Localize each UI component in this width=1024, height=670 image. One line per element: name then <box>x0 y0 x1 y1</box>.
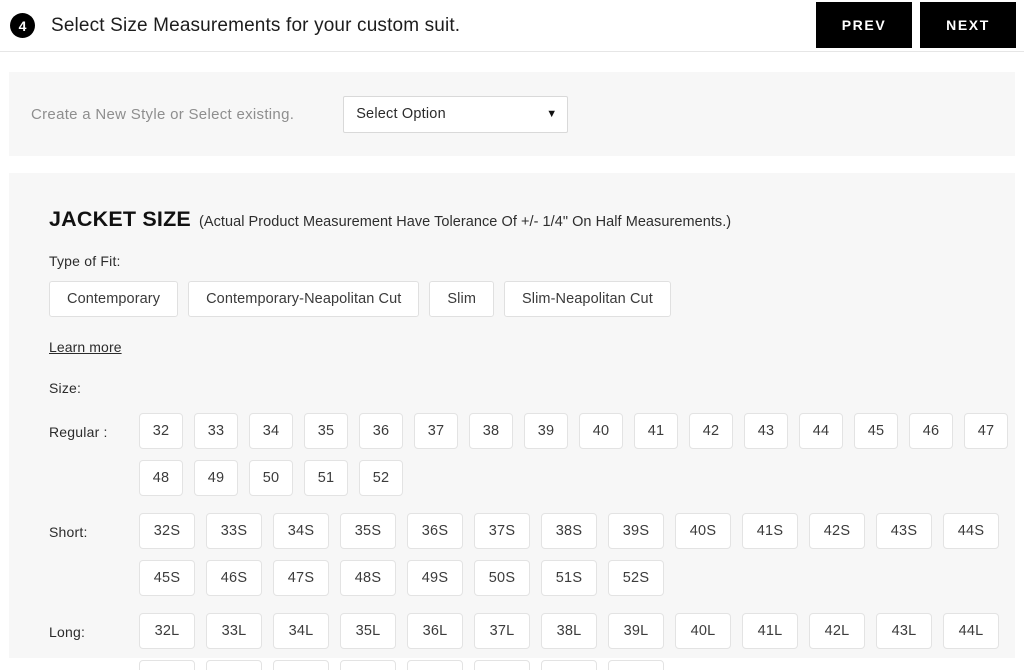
size-chip-button[interactable]: 37S <box>474 513 530 549</box>
size-chip-button[interactable]: 46L <box>206 660 262 670</box>
size-chip-button[interactable]: 39L <box>608 613 664 649</box>
size-chip-button[interactable]: 43S <box>876 513 932 549</box>
learn-more-link[interactable]: Learn more <box>49 339 122 355</box>
size-chip-button[interactable]: 36S <box>407 513 463 549</box>
size-label: Size: <box>49 380 82 396</box>
size-chip-button[interactable]: 35L <box>340 613 396 649</box>
size-chip-button[interactable]: 38L <box>541 613 597 649</box>
size-chip-list: 32S 33S 34S 35S 36S 37S 38S 39S 40S 41S 42S 43S 44S 4… <box>139 513 1015 596</box>
prev-button[interactable]: PREV <box>816 2 912 48</box>
size-chip-button[interactable]: 33S <box>206 513 262 549</box>
style-selection-label: Create a New Style or Select existing. <box>31 105 295 123</box>
size-chip-button[interactable]: 47 <box>964 413 1008 449</box>
size-chip-button[interactable]: 52S <box>608 560 664 596</box>
size-chip-button[interactable]: 33 <box>194 413 238 449</box>
size-chip-button[interactable]: 49L <box>407 660 463 670</box>
size-group-label: Short: <box>49 524 88 540</box>
size-chip-button[interactable]: 35 <box>304 413 348 449</box>
page-header: 4 Select Size Measurements for your cust… <box>0 0 1024 52</box>
size-chip-button[interactable]: 35S <box>340 513 396 549</box>
size-chip-button[interactable]: 51L <box>541 660 597 670</box>
style-select[interactable]: Select Option <box>343 95 569 133</box>
next-button[interactable]: NEXT <box>920 2 1016 48</box>
size-chip-button[interactable]: 42S <box>809 513 865 549</box>
size-chip-button[interactable]: 41L <box>742 613 798 649</box>
size-chip-button[interactable]: 50S <box>474 560 530 596</box>
page-title: Select Size Measurements for your custom… <box>51 14 461 36</box>
size-chip-button[interactable]: 37L <box>474 613 530 649</box>
jacket-size-note: (Actual Product Measurement Have Toleran… <box>198 214 732 230</box>
fit-option-button[interactable]: Contemporary <box>49 281 179 317</box>
size-chip-button[interactable]: 34 <box>249 413 293 449</box>
size-chip-button[interactable]: 48L <box>340 660 396 670</box>
size-chip-button[interactable]: 42L <box>809 613 865 649</box>
jacket-size-title: JACKET SIZE <box>49 207 191 231</box>
size-groups: Regular : 32 33 34 35 36 37 38 39 40 41 42 43 44 45 46 4… <box>49 413 1015 670</box>
size-chip-button[interactable]: 50L <box>474 660 530 670</box>
size-chip-button[interactable]: 33L <box>206 613 262 649</box>
size-chip-button[interactable]: 49 <box>194 460 238 496</box>
size-chip-button[interactable]: 40 <box>579 413 623 449</box>
size-chip-button[interactable]: 46S <box>206 560 262 596</box>
size-chip-button[interactable]: 41S <box>742 513 798 549</box>
size-chip-button[interactable]: 51S <box>541 560 597 596</box>
type-of-fit-options: Contemporary Contemporary-Neapolitan Cut S… <box>49 281 1015 317</box>
size-chip-button[interactable]: 39S <box>608 513 664 549</box>
size-chip-list: 32 33 34 35 36 37 38 39 40 41 42 43 44 45 46 47 48 49 50 51… <box>139 413 1015 496</box>
size-chip-button[interactable]: 49S <box>407 560 463 596</box>
size-chip-button[interactable]: 41 <box>634 413 678 449</box>
size-chip-button[interactable]: 52L <box>608 660 664 670</box>
size-chip-button[interactable]: 46 <box>909 413 953 449</box>
size-chip-button[interactable]: 38 <box>469 413 513 449</box>
jacket-size-heading: JACKET SIZE (Actual Product Measurement … <box>49 207 1015 232</box>
step-number-badge: 4 <box>10 13 35 38</box>
size-chip-button[interactable]: 34S <box>273 513 329 549</box>
size-chip-button[interactable]: 45L <box>139 660 195 670</box>
size-chip-button[interactable]: 32 <box>139 413 183 449</box>
fit-option-button[interactable]: Contemporary-Neapolitan Cut <box>188 281 420 317</box>
size-chip-button[interactable]: 34L <box>273 613 329 649</box>
size-group: Long: 32L 33L 34L 35L 36L 37L 38L 39L 40L 41L 42L 43… <box>49 613 1015 670</box>
fit-option-button[interactable]: Slim <box>429 281 494 317</box>
size-chip-button[interactable]: 50 <box>249 460 293 496</box>
header-nav-buttons: PREV NEXT <box>816 2 1016 48</box>
size-chip-button[interactable]: 36 <box>359 413 403 449</box>
fit-option-button[interactable]: Slim-Neapolitan Cut <box>504 281 671 317</box>
size-chip-button[interactable]: 40L <box>675 613 731 649</box>
size-chip-button[interactable]: 37 <box>414 413 458 449</box>
size-group-label: Regular : <box>49 424 108 440</box>
type-of-fit-label: Type of Fit: <box>49 253 121 269</box>
size-chip-list: 32L 33L 34L 35L 36L 37L 38L 39L 40L 41L 42L 43L 44L 4… <box>139 613 1015 670</box>
size-chip-button[interactable]: 48S <box>340 560 396 596</box>
size-group: Regular : 32 33 34 35 36 37 38 39 40 41 42 43 44 45 46 4… <box>49 413 1015 496</box>
size-chip-button[interactable]: 38S <box>541 513 597 549</box>
style-selection-panel: Create a New Style or Select existing. S… <box>9 72 1015 156</box>
size-group: Short: 32S 33S 34S 35S 36S 37S 38S 39S 40S 41S 42S 4… <box>49 513 1015 596</box>
style-select-wrapper: Select Option ▼ <box>343 95 569 133</box>
size-chip-button[interactable]: 42 <box>689 413 733 449</box>
size-chip-button[interactable]: 45S <box>139 560 195 596</box>
size-group-label: Long: <box>49 624 86 640</box>
size-chip-button[interactable]: 47S <box>273 560 329 596</box>
size-chip-button[interactable]: 32L <box>139 613 195 649</box>
jacket-size-panel: JACKET SIZE (Actual Product Measurement … <box>9 173 1015 670</box>
size-chip-button[interactable]: 36L <box>407 613 463 649</box>
size-chip-button[interactable]: 40S <box>675 513 731 549</box>
size-chip-button[interactable]: 43 <box>744 413 788 449</box>
size-chip-button[interactable]: 44S <box>943 513 999 549</box>
size-chip-button[interactable]: 45 <box>854 413 898 449</box>
size-chip-button[interactable]: 43L <box>876 613 932 649</box>
size-chip-button[interactable]: 44 <box>799 413 843 449</box>
size-chip-button[interactable]: 32S <box>139 513 195 549</box>
size-chip-button[interactable]: 47L <box>273 660 329 670</box>
size-chip-button[interactable]: 39 <box>524 413 568 449</box>
size-chip-button[interactable]: 48 <box>139 460 183 496</box>
size-chip-button[interactable]: 51 <box>304 460 348 496</box>
size-chip-button[interactable]: 44L <box>943 613 999 649</box>
size-chip-button[interactable]: 52 <box>359 460 403 496</box>
